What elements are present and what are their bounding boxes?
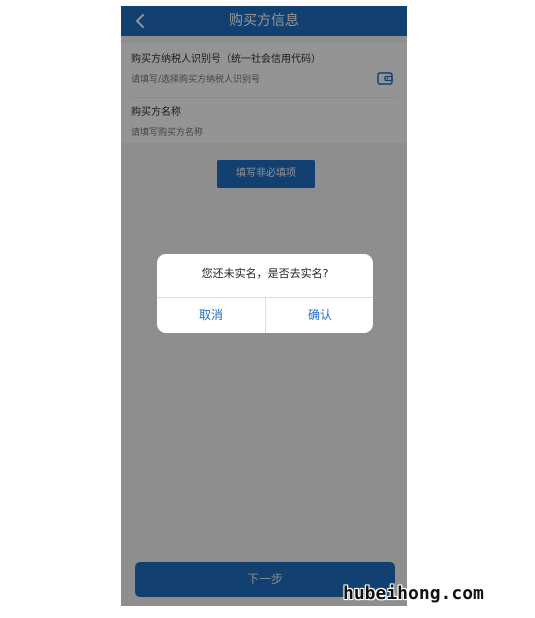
- real-name-dialog: 您还未实名，是否去实名? 取消 确认: [157, 254, 373, 333]
- watermark-text: hubeihong.com: [343, 583, 484, 604]
- phone-screen: 购买方信息 购买方纳税人识别号（统一社会信用代码） 购买方名称 填写非必填项 下…: [121, 6, 407, 606]
- dialog-message: 您还未实名，是否去实名?: [201, 267, 329, 280]
- confirm-button[interactable]: 确认: [266, 298, 373, 333]
- cancel-button[interactable]: 取消: [157, 298, 265, 333]
